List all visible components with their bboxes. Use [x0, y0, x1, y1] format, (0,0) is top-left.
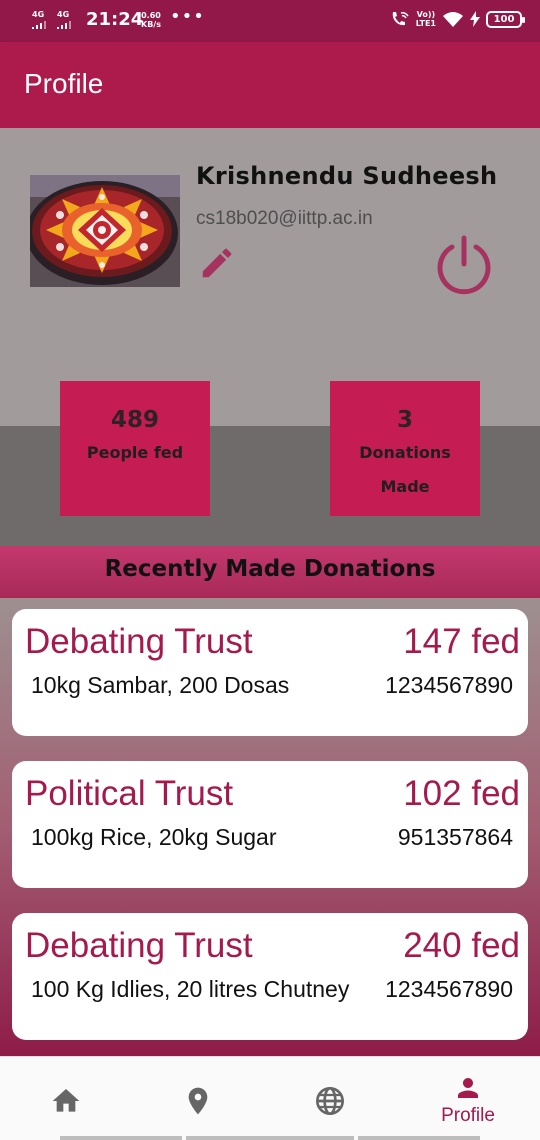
lte-label: LTE1	[415, 19, 436, 28]
stat-value: 489	[110, 407, 159, 433]
pencil-icon	[202, 248, 232, 278]
signal-bars-icon	[32, 21, 46, 29]
person-icon	[458, 1078, 478, 1098]
status-right-group: Vo)) LTE1 100	[390, 10, 525, 28]
contact-phone: 951357864	[397, 824, 513, 850]
nav-profile[interactable]: Profile	[416, 1057, 520, 1140]
bottom-navigation: Profile	[0, 1056, 540, 1140]
charging-icon	[470, 11, 480, 27]
contact-phone: 1234567890	[385, 672, 513, 698]
signal-bars-icon	[57, 21, 71, 29]
donation-card[interactable]: Debating Trust 147 fed 10kg Sambar, 200 …	[12, 609, 528, 736]
gesture-bar-segment	[186, 1136, 354, 1140]
home-icon	[52, 1089, 80, 1112]
nav-location[interactable]	[146, 1057, 250, 1140]
people-fed-count: 102 fed	[403, 774, 520, 813]
user-email: cs18b020@iittp.ac.in	[196, 208, 373, 229]
stat-label: People fed	[86, 443, 184, 462]
more-notifications-icon: •••	[170, 6, 205, 27]
battery-indicator: 100	[486, 10, 525, 28]
trust-name: Debating Trust	[25, 622, 253, 661]
section-title: Recently Made Donations	[104, 556, 436, 582]
edit-profile-button[interactable]	[198, 244, 236, 282]
stat-label-line-2: Made	[380, 477, 430, 496]
wifi-calling-icon	[392, 12, 409, 26]
speed-value: 0.60	[141, 11, 161, 20]
page-title: Profile	[24, 68, 104, 99]
gesture-bar-segment	[358, 1136, 480, 1140]
donation-items: 10kg Sambar, 200 Dosas	[31, 672, 290, 698]
donation-items: 100 Kg Idlies, 20 litres Chutney	[31, 976, 350, 1002]
people-fed-count: 240 fed	[403, 926, 520, 965]
power-icon	[437, 235, 491, 295]
logout-button[interactable]	[430, 230, 498, 298]
globe-icon	[316, 1087, 344, 1115]
location-pin-icon	[188, 1087, 208, 1115]
donation-card[interactable]: Political Trust 102 fed 100kg Rice, 20kg…	[12, 761, 528, 888]
network-type-label: 4G	[32, 10, 45, 19]
speed-unit: KB/s	[141, 20, 161, 29]
nav-home[interactable]	[14, 1057, 118, 1140]
signal-indicator-2: 4G	[57, 11, 71, 29]
people-fed-count: 147 fed	[403, 622, 520, 661]
gesture-bar-segment	[60, 1136, 182, 1140]
stat-value: 3	[396, 407, 413, 433]
recent-donations-header: Recently Made Donations	[0, 546, 540, 598]
trust-name: Political Trust	[25, 774, 234, 813]
network-speed: 0.60 KB/s	[141, 11, 161, 29]
stat-people-fed: 489 People fed	[60, 381, 210, 516]
status-bar: 4G 4G 21:24 0.60 KB/s ••• Vo)) LTE1 100	[0, 0, 540, 42]
app-bar: Profile	[0, 42, 540, 128]
user-name: Krishnendu Sudheesh	[196, 162, 498, 190]
donations-list[interactable]: Debating Trust 147 fed 10kg Sambar, 200 …	[0, 598, 540, 1056]
avatar-image	[30, 175, 180, 287]
avatar	[30, 175, 180, 287]
stat-donations-made: 3 Donations Made	[330, 381, 480, 516]
donation-card[interactable]: Debating Trust 240 fed 100 Kg Idlies, 20…	[12, 913, 528, 1040]
trust-name: Debating Trust	[25, 926, 253, 965]
wifi-icon	[443, 12, 463, 27]
donation-items: 100kg Rice, 20kg Sugar	[31, 824, 277, 850]
nav-explore[interactable]	[278, 1057, 382, 1140]
network-type-label: 4G	[57, 10, 70, 19]
nav-profile-label: Profile	[441, 1105, 495, 1126]
volte-indicator: Vo)) LTE1	[416, 10, 436, 28]
contact-phone: 1234567890	[385, 976, 513, 1002]
clock: 21:24	[86, 9, 144, 30]
signal-indicator-1: 4G	[32, 11, 46, 29]
volte-label: Vo))	[416, 10, 436, 19]
stat-label-line-1: Donations	[359, 443, 451, 462]
